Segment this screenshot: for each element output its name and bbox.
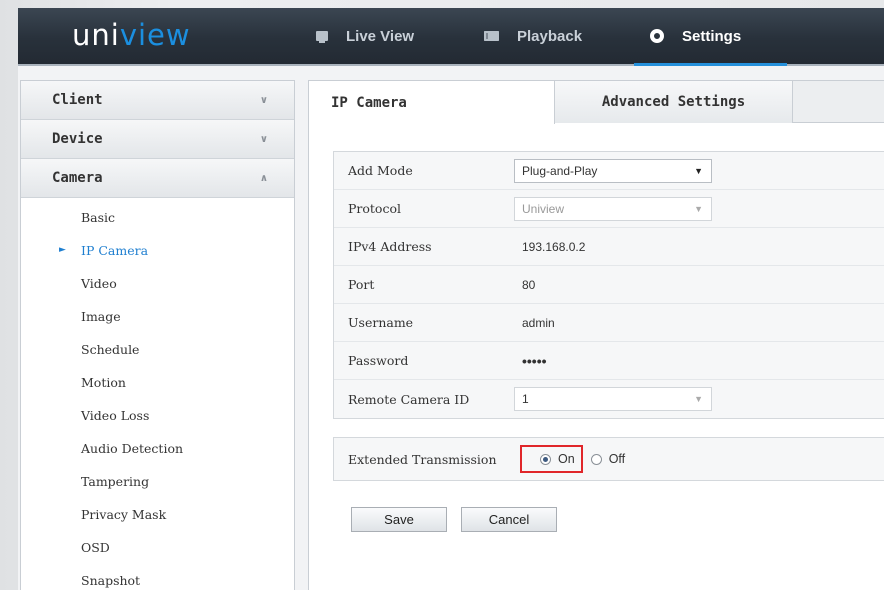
password-label: Password [348, 353, 409, 368]
add-mode-label: Add Mode [348, 163, 413, 178]
sidebar-item-basic[interactable]: Basic [21, 201, 294, 234]
film-icon [484, 31, 499, 41]
gear-icon [650, 29, 664, 43]
save-button[interactable]: Save [351, 507, 447, 532]
sidebar-section-camera[interactable]: Camera ∧ [21, 159, 294, 198]
camera-submenu: Basic ► IP Camera Video Image Schedule Mo… [21, 198, 294, 590]
form-row-password: Password ••••• [334, 342, 884, 380]
extended-on-option[interactable]: On [520, 445, 583, 473]
caret-down-icon: ▼ [694, 203, 703, 214]
form-row-port: Port 80 [334, 266, 884, 304]
active-arrow-icon: ► [59, 245, 66, 255]
monitor-icon [316, 31, 328, 43]
nav-live-view-label: Live View [346, 27, 415, 45]
settings-sidebar: Client ∨ Device ∨ Camera ∧ Basic ► IP Cam… [20, 80, 295, 590]
username-value: admin [522, 315, 555, 330]
sidebar-item-video-loss[interactable]: Video Loss [21, 399, 294, 432]
caret-down-icon: ▼ [694, 165, 703, 176]
top-navigation-bar: uniview Live View Playback Settings [18, 8, 884, 66]
sidebar-section-label: Camera [52, 170, 103, 186]
extended-transmission-radio-group: On Off [518, 445, 625, 473]
sidebar-item-video[interactable]: Video [21, 267, 294, 300]
username-label: Username [348, 315, 414, 330]
nav-settings-label: Settings [682, 27, 742, 45]
sidebar-section-client[interactable]: Client ∨ [21, 81, 294, 120]
nav-playback[interactable]: Playback [484, 8, 582, 64]
protocol-label: Protocol [348, 201, 401, 216]
extended-off-label: Off [608, 452, 626, 466]
cancel-button[interactable]: Cancel [461, 507, 557, 532]
port-value: 80 [522, 277, 536, 292]
nav-settings[interactable]: Settings [633, 8, 788, 66]
sidebar-item-motion[interactable]: Motion [21, 366, 294, 399]
ipv4-label: IPv4 Address [348, 239, 432, 254]
tab-ip-camera[interactable]: IP Camera [309, 81, 555, 124]
nav-live-view[interactable]: Live View [316, 8, 414, 64]
form-row-username: Username admin [334, 304, 884, 342]
remote-camera-id-select[interactable]: 1 ▼ [514, 387, 712, 411]
nav-playback-label: Playback [517, 27, 583, 45]
app-window: uniview Live View Playback Settings Clie… [18, 8, 884, 590]
sidebar-item-osd[interactable]: OSD [21, 531, 294, 564]
radio-on-button[interactable] [540, 453, 551, 465]
extended-transmission-row: Extended Transmission On Off [333, 437, 884, 481]
remote-camera-id-value: 1 [522, 392, 529, 406]
sidebar-item-label: IP Camera [81, 243, 149, 258]
sidebar-item-audio-detection[interactable]: Audio Detection [21, 432, 294, 465]
form-row-ipv4: IPv4 Address 193.168.0.2 [334, 228, 884, 266]
tab-bar: IP Camera Advanced Settings [309, 81, 884, 124]
logo-accent-text: view [119, 18, 191, 52]
logo-text: uni [72, 18, 120, 52]
sidebar-item-privacy-mask[interactable]: Privacy Mask [21, 498, 294, 531]
sidebar-item-snapshot[interactable]: Snapshot [21, 564, 294, 590]
chevron-down-icon: ∨ [259, 94, 268, 106]
sidebar-item-ip-camera[interactable]: ► IP Camera [21, 234, 294, 267]
chevron-down-icon: ∨ [259, 133, 268, 145]
protocol-value: Uniview [522, 201, 565, 216]
sidebar-item-image[interactable]: Image [21, 300, 294, 333]
main-content: IP Camera Advanced Settings Add Mode Plu… [308, 80, 884, 590]
sidebar-section-label: Device [52, 131, 103, 147]
uniview-logo: uniview [72, 18, 191, 58]
form-row-protocol: Protocol Uniview ▼ [334, 190, 884, 228]
add-mode-select[interactable]: Plug-and-Play ▼ [514, 158, 712, 183]
sidebar-section-device[interactable]: Device ∨ [21, 120, 294, 159]
sidebar-item-schedule[interactable]: Schedule [21, 333, 294, 366]
tab-advanced-settings[interactable]: Advanced Settings [555, 81, 793, 123]
sidebar-section-label: Client [52, 92, 103, 108]
form-row-remote-camera-id: Remote Camera ID 1 ▼ [334, 380, 884, 418]
caret-down-icon: ▼ [694, 394, 703, 404]
form-row-add-mode: Add Mode Plug-and-Play ▼ [334, 152, 884, 190]
radio-off-button[interactable] [590, 453, 602, 465]
extended-transmission-label: Extended Transmission [348, 451, 497, 467]
sidebar-item-tampering[interactable]: Tampering [21, 465, 294, 498]
extended-off-option[interactable]: Off [583, 452, 625, 466]
port-label: Port [348, 277, 375, 292]
ip-camera-form: Add Mode Plug-and-Play ▼ Protocol Univie… [333, 151, 884, 419]
extended-on-label: On [558, 452, 575, 466]
protocol-select[interactable]: Uniview ▼ [514, 196, 712, 221]
password-value: ••••• [522, 352, 547, 369]
add-mode-value: Plug-and-Play [522, 163, 598, 178]
ipv4-value: 193.168.0.2 [522, 239, 586, 254]
chevron-up-icon: ∧ [259, 172, 268, 184]
remote-camera-id-label: Remote Camera ID [348, 391, 470, 407]
